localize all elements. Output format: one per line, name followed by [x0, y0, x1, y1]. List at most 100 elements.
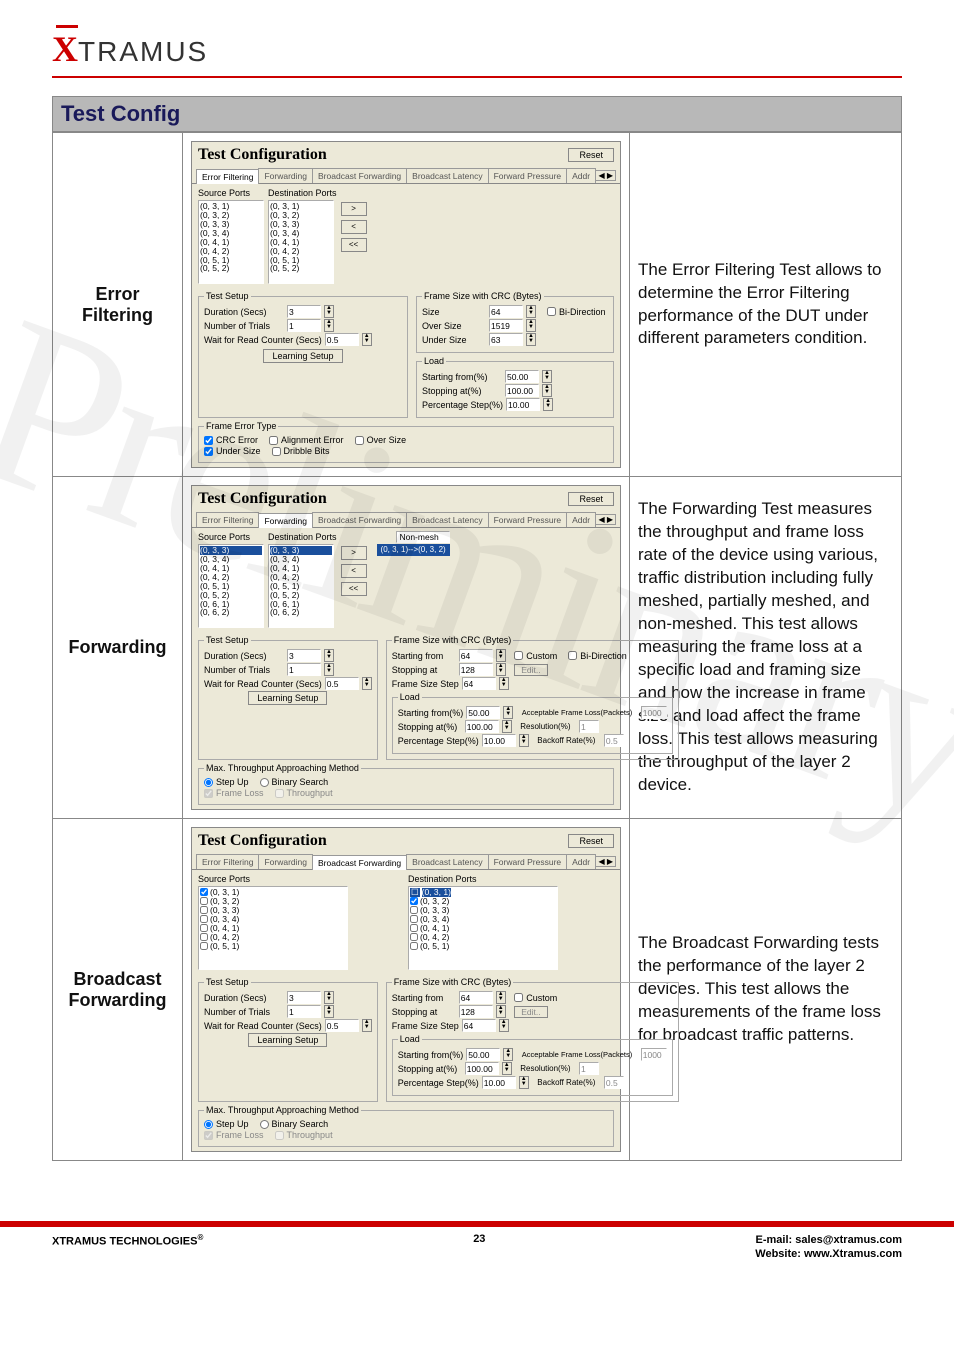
- spinner-icon[interactable]: ▲▼: [362, 1019, 372, 1032]
- wait-input[interactable]: [325, 1019, 359, 1032]
- backoff-input[interactable]: [604, 734, 624, 747]
- resolution-input[interactable]: [579, 720, 599, 733]
- trials-input[interactable]: [287, 663, 321, 676]
- oversize-checkbox[interactable]: [355, 436, 364, 445]
- move-left-button[interactable]: <: [341, 564, 367, 578]
- spinner-icon[interactable]: ▲▼: [503, 706, 513, 719]
- pct-step-input[interactable]: [506, 398, 540, 411]
- reset-button[interactable]: Reset: [568, 148, 614, 162]
- spinner-icon[interactable]: ▲▼: [502, 1062, 512, 1075]
- source-ports-checklist[interactable]: (0, 3, 1) (0, 3, 2) (0, 3, 3) (0, 3, 4) …: [198, 886, 348, 970]
- tab-broadcast-forwarding[interactable]: Broadcast Forwarding: [312, 168, 407, 183]
- backoff-input[interactable]: [604, 1076, 624, 1089]
- move-right-button[interactable]: >: [341, 546, 367, 560]
- tab-forwarding[interactable]: Forwarding: [258, 168, 313, 183]
- edit-button[interactable]: Edit..: [514, 1006, 547, 1018]
- spinner-icon[interactable]: ▲▼: [324, 991, 334, 1004]
- port-checkbox[interactable]: [410, 933, 418, 941]
- spinner-icon[interactable]: ▲▼: [499, 677, 509, 690]
- dest-ports-list[interactable]: (0, 3, 1)(0, 3, 2)(0, 3, 3)(0, 3, 4)(0, …: [268, 200, 334, 284]
- spinner-icon[interactable]: ▲▼: [496, 1005, 506, 1018]
- undersize-checkbox[interactable]: [204, 447, 213, 456]
- tab-addr[interactable]: Addr: [566, 854, 596, 869]
- trials-input[interactable]: [287, 1005, 321, 1018]
- port-checkbox[interactable]: [200, 915, 208, 923]
- tab-broadcast-latency[interactable]: Broadcast Latency: [406, 168, 488, 183]
- tab-broadcast-forwarding[interactable]: Broadcast Forwarding: [312, 855, 407, 870]
- tab-broadcast-latency[interactable]: Broadcast Latency: [406, 512, 488, 527]
- framestep-input[interactable]: [462, 677, 496, 690]
- duration-input[interactable]: [287, 305, 321, 318]
- tab-nav-icon[interactable]: ◀ ▶: [595, 856, 616, 867]
- tab-forwarding[interactable]: Forwarding: [258, 854, 313, 869]
- binary-radio[interactable]: [260, 778, 269, 787]
- spinner-icon[interactable]: ▲▼: [519, 1076, 529, 1089]
- spinner-icon[interactable]: ▲▼: [526, 319, 536, 332]
- pct-step-input[interactable]: [482, 734, 516, 747]
- undersize-input[interactable]: [489, 333, 523, 346]
- spinner-icon[interactable]: ▲▼: [324, 319, 334, 332]
- wait-input[interactable]: [325, 333, 359, 346]
- binary-radio[interactable]: [260, 1120, 269, 1129]
- size-input[interactable]: [489, 305, 523, 318]
- spinner-icon[interactable]: ▲▼: [526, 305, 536, 318]
- stop-at-input[interactable]: [465, 1062, 499, 1075]
- start-from-input[interactable]: [466, 1048, 500, 1061]
- trials-input[interactable]: [287, 319, 321, 332]
- source-ports-list[interactable]: (0, 3, 1)(0, 3, 2)(0, 3, 3)(0, 3, 4)(0, …: [198, 200, 264, 284]
- tab-error-filtering[interactable]: Error Filtering: [196, 169, 259, 184]
- spinner-icon[interactable]: ▲▼: [362, 677, 372, 690]
- learning-setup-button[interactable]: Learning Setup: [248, 691, 327, 705]
- acc-frame-input[interactable]: [641, 1048, 667, 1061]
- spinner-icon[interactable]: ▲▼: [324, 649, 334, 662]
- spinner-icon[interactable]: ▲▼: [542, 384, 552, 397]
- port-checkbox[interactable]: [410, 897, 418, 905]
- alignment-checkbox[interactable]: [269, 436, 278, 445]
- spinner-icon[interactable]: ▲▼: [542, 370, 552, 383]
- port-checkbox[interactable]: [410, 924, 418, 932]
- wait-input[interactable]: [325, 677, 359, 690]
- tab-nav-icon[interactable]: ◀ ▶: [595, 170, 616, 181]
- spinner-icon[interactable]: ▲▼: [503, 1048, 513, 1061]
- spinner-icon[interactable]: ▲▼: [324, 305, 334, 318]
- spinner-icon[interactable]: ▲▼: [324, 1005, 334, 1018]
- acc-frame-input[interactable]: [641, 706, 667, 719]
- spinner-icon[interactable]: ▲▼: [362, 333, 372, 346]
- custom-checkbox[interactable]: [514, 993, 523, 1002]
- port-checkbox[interactable]: [200, 933, 208, 941]
- pct-step-input[interactable]: [482, 1076, 516, 1089]
- bidirection-checkbox[interactable]: [568, 651, 577, 660]
- starting-from-input[interactable]: [459, 991, 493, 1004]
- port-checkbox[interactable]: [200, 906, 208, 914]
- move-all-back-button[interactable]: <<: [341, 582, 367, 596]
- port-checkbox[interactable]: [200, 942, 208, 950]
- tab-forward-pressure[interactable]: Forward Pressure: [488, 512, 568, 527]
- spinner-icon[interactable]: ▲▼: [543, 398, 553, 411]
- spinner-icon[interactable]: ▲▼: [499, 1019, 509, 1032]
- tab-broadcast-latency[interactable]: Broadcast Latency: [406, 854, 488, 869]
- tab-forwarding[interactable]: Forwarding: [258, 513, 313, 528]
- tab-forward-pressure[interactable]: Forward Pressure: [488, 168, 568, 183]
- learning-setup-button[interactable]: Learning Setup: [248, 1033, 327, 1047]
- spinner-icon[interactable]: ▲▼: [496, 991, 506, 1004]
- stopping-at-input[interactable]: [459, 1005, 493, 1018]
- port-checkbox[interactable]: [200, 888, 208, 896]
- stepup-radio[interactable]: [204, 1120, 213, 1129]
- spinner-icon[interactable]: ▲▼: [324, 663, 334, 676]
- port-checkbox[interactable]: [200, 897, 208, 905]
- starting-from-input[interactable]: [459, 649, 493, 662]
- spinner-icon[interactable]: ▲▼: [502, 720, 512, 733]
- stepup-radio[interactable]: [204, 778, 213, 787]
- tab-broadcast-forwarding[interactable]: Broadcast Forwarding: [312, 512, 407, 527]
- source-ports-list[interactable]: (0, 3, 3)(0, 3, 4)(0, 4, 1)(0, 4, 2)(0, …: [198, 544, 264, 628]
- spinner-icon[interactable]: ▲▼: [526, 333, 536, 346]
- port-checkbox[interactable]: [410, 915, 418, 923]
- tab-forward-pressure[interactable]: Forward Pressure: [488, 854, 568, 869]
- resolution-input[interactable]: [579, 1062, 599, 1075]
- custom-checkbox[interactable]: [514, 651, 523, 660]
- reset-button[interactable]: Reset: [568, 834, 614, 848]
- mesh-select[interactable]: Non-mesh: [396, 531, 449, 543]
- duration-input[interactable]: [287, 991, 321, 1004]
- tab-error-filtering[interactable]: Error Filtering: [196, 512, 259, 527]
- dest-ports-checklist[interactable]: ☐(0, 3, 1) (0, 3, 2) (0, 3, 3) (0, 3, 4)…: [408, 886, 558, 970]
